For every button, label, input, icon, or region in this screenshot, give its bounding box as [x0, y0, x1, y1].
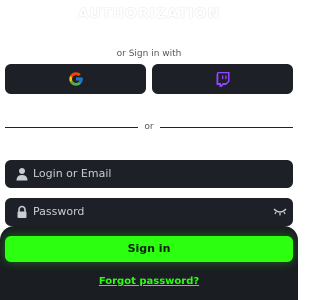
divider-line-right [159, 126, 293, 128]
lock-icon [17, 205, 27, 218]
or-divider: or [5, 120, 293, 134]
divider-line-left [5, 126, 139, 128]
social-signin-caption: or Sign in with [116, 49, 182, 59]
page-title: AUTHORIZATION [77, 6, 221, 22]
divider-text: or [144, 122, 154, 132]
password-placeholder: Password [33, 205, 85, 218]
login-email-field[interactable]: Login or Email [5, 160, 293, 188]
login-email-placeholder: Login or Email [33, 167, 112, 180]
forgot-password-link[interactable]: Forgot password? [0, 276, 298, 287]
twitch-icon [216, 71, 229, 87]
google-signin-button[interactable] [5, 64, 146, 94]
twitch-signin-button[interactable] [152, 64, 293, 94]
sign-in-button[interactable]: Sign in [5, 236, 293, 262]
user-icon [16, 168, 28, 181]
google-icon [68, 72, 83, 86]
password-field[interactable]: Password [5, 198, 293, 226]
eye-closed-icon[interactable] [273, 207, 287, 217]
